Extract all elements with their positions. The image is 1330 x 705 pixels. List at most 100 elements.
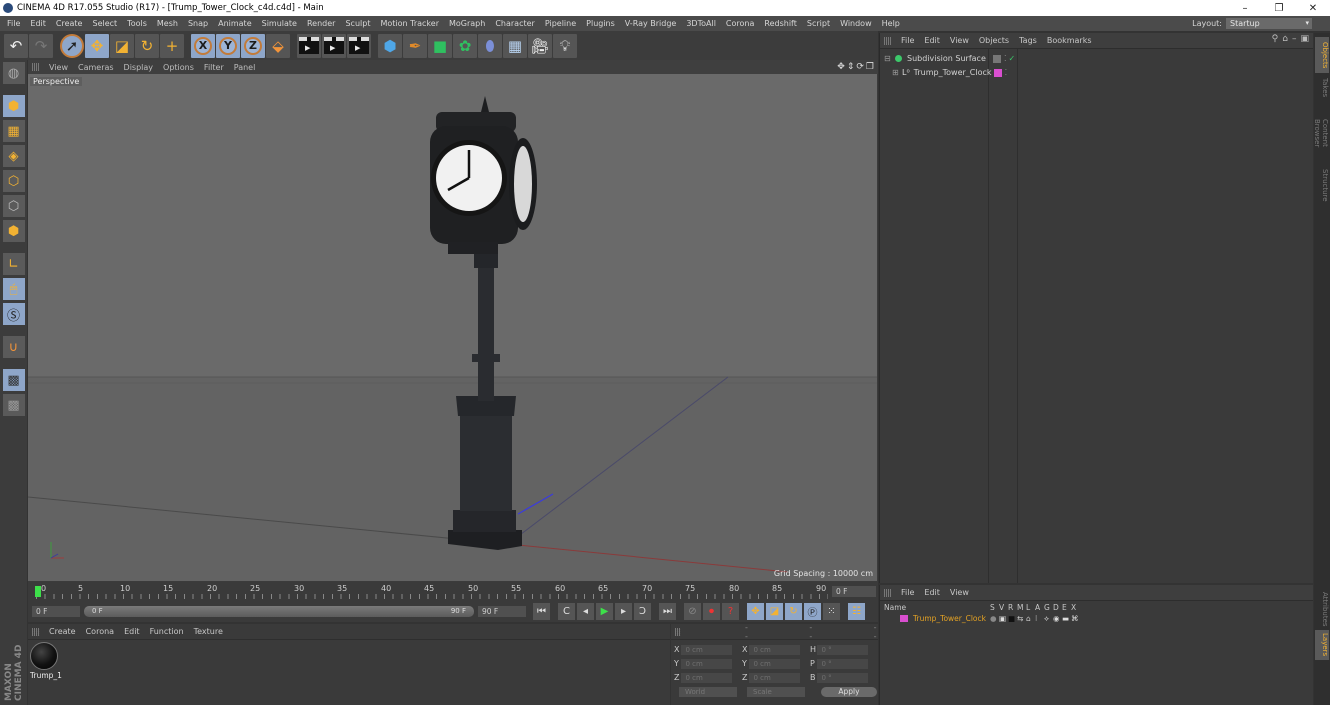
orbit-view-icon[interactable]: ⟳	[856, 62, 864, 72]
apply-button[interactable]: Apply	[821, 687, 877, 697]
panel-grip-icon[interactable]	[675, 627, 681, 636]
next-frame-icon[interactable]: ▸	[615, 603, 632, 620]
deformers-toggle-icon[interactable]: ◉	[1053, 614, 1062, 623]
edit-render-settings-icon[interactable]	[347, 33, 371, 58]
edges-mode-icon[interactable]: ⬡	[2, 195, 25, 217]
menu-render[interactable]: Render	[302, 19, 340, 28]
tab-structure[interactable]: Structure	[1315, 165, 1329, 205]
y-axis-lock-button[interactable]: Y	[216, 33, 240, 58]
tab-content-browser[interactable]: Content Browser	[1313, 103, 1329, 163]
next-key-icon[interactable]: Ɔ	[634, 603, 651, 620]
viewport-menu-display[interactable]: Display	[119, 63, 159, 72]
keyframe-selection-icon[interactable]: ?	[722, 603, 739, 620]
render-dots-icon[interactable]: ⁚	[1005, 68, 1008, 77]
menu-tools[interactable]: Tools	[122, 19, 152, 28]
expressions-toggle-icon[interactable]: ▬	[1062, 614, 1071, 623]
menu-create[interactable]: Create	[51, 19, 88, 28]
panel-grip-icon[interactable]	[884, 588, 892, 597]
points-mode-icon[interactable]: ⬡	[2, 170, 25, 192]
previous-frame-icon[interactable]: ◂	[577, 603, 594, 620]
light-icon[interactable]: 💡︎	[553, 33, 577, 58]
layer-color-tag[interactable]	[993, 68, 1002, 77]
size-x-field[interactable]: 0 cm	[749, 644, 800, 655]
position-x-field[interactable]: 0 cm	[681, 644, 732, 655]
menu-sculpt[interactable]: Sculpt	[340, 19, 375, 28]
layer-color-swatch[interactable]	[900, 615, 908, 622]
model-mode-icon[interactable]: ⬢	[2, 95, 25, 117]
toggle-view-icon[interactable]: ❐	[866, 62, 874, 72]
menu-file[interactable]: File	[2, 19, 25, 28]
objects-menu-view[interactable]: View	[945, 36, 974, 45]
record-active-icon[interactable]: ⊘	[684, 603, 701, 620]
coordinate-space-dropdown[interactable]: World	[679, 687, 737, 697]
search-icon[interactable]: ⚲	[1272, 34, 1279, 44]
key-scale-icon[interactable]: ◪	[766, 603, 783, 620]
viewport-menu-options[interactable]: Options	[158, 63, 199, 72]
quantize-icon[interactable]: ▩	[2, 394, 25, 416]
enabled-check-icon[interactable]: ✓	[1009, 54, 1016, 63]
lock-toggle-icon[interactable]: ⌂	[1026, 614, 1035, 623]
menu-3dtoall[interactable]: 3DToAll	[681, 19, 721, 28]
timeline-window-icon[interactable]: ☷	[848, 603, 865, 620]
objects-menu-tags[interactable]: Tags	[1014, 36, 1042, 45]
menu-mograph[interactable]: MoGraph	[444, 19, 490, 28]
objects-menu-file[interactable]: File	[896, 36, 919, 45]
objects-menu-objects[interactable]: Objects	[974, 36, 1014, 45]
playhead-handle[interactable]	[35, 586, 41, 597]
menu-select[interactable]: Select	[87, 19, 122, 28]
timeline-ruler[interactable]: 0 5 10 15 20 25 30 35 40 45 50 55 60 65 …	[28, 584, 828, 599]
floor-icon[interactable]: ▦	[503, 33, 527, 58]
menu-mesh[interactable]: Mesh	[152, 19, 183, 28]
viewport-menu-filter[interactable]: Filter	[199, 63, 229, 72]
x-axis-lock-button[interactable]: X	[191, 33, 215, 58]
tab-layers[interactable]: Layers	[1315, 630, 1329, 660]
minimize-panel-icon[interactable]: –	[1292, 34, 1297, 44]
subdivision-surface-icon[interactable]: ■	[428, 33, 452, 58]
manager-toggle-icon[interactable]: ⇆	[1017, 614, 1026, 623]
z-axis-lock-button[interactable]: Z	[241, 33, 265, 58]
play-forward-icon[interactable]: ▶	[596, 603, 613, 620]
layer-row[interactable]: Trump_Tower_Clock ● ▣ ■ ⇆ ⌂ ⁝ ⟡ ◉ ▬ ⌘	[880, 613, 1314, 624]
deformer-icon[interactable]: ⬮	[478, 33, 502, 58]
animation-toggle-icon[interactable]: ⁝	[1035, 614, 1044, 623]
menu-script[interactable]: Script	[802, 19, 835, 28]
render-to-picture-viewer-icon[interactable]	[322, 33, 346, 58]
start-frame-field[interactable]: 0 F	[32, 606, 80, 617]
rotation-p-field[interactable]: 0 °	[817, 658, 868, 669]
render-dots-icon[interactable]: ⁚	[1004, 54, 1007, 63]
material-menu-edit[interactable]: Edit	[119, 627, 145, 636]
viewport-menu-cameras[interactable]: Cameras	[73, 63, 119, 72]
object-row[interactable]: ⊞ L⁰ Trump_Tower_Clock ⁚	[880, 66, 1314, 79]
move-tool-icon[interactable]: ✥	[85, 33, 109, 58]
restore-icon[interactable]: ❐	[1262, 3, 1296, 14]
tab-takes[interactable]: Takes	[1315, 75, 1329, 101]
minimize-icon[interactable]: –	[1228, 3, 1262, 14]
live-selection-icon[interactable]: ➚	[60, 33, 84, 58]
rotation-b-field[interactable]: 0 °	[817, 672, 868, 683]
object-row[interactable]: ⊟ Subdivision Surface ⁚ ✓	[880, 52, 1314, 65]
current-frame-field[interactable]: 0 F	[832, 586, 876, 597]
coordinate-mode-dropdown[interactable]: Scale	[747, 687, 805, 697]
pen-spline-icon[interactable]: ✒	[403, 33, 427, 58]
render-view-icon[interactable]	[297, 33, 321, 58]
menu-snap[interactable]: Snap	[183, 19, 213, 28]
viewport-menu-panel[interactable]: Panel	[229, 63, 261, 72]
coordinate-system-icon[interactable]: ⬙	[266, 33, 290, 58]
end-frame-field[interactable]: 90 F	[478, 606, 526, 617]
3d-viewport[interactable]: Perspective Grid Spacing : 10000 cm	[28, 74, 877, 581]
visibility-toggle-icon[interactable]	[993, 54, 1001, 63]
close-icon[interactable]: ✕	[1296, 3, 1330, 14]
layout-dropdown[interactable]: Startup	[1226, 18, 1312, 29]
tab-objects[interactable]: Objects	[1315, 37, 1329, 73]
panel-grip-icon[interactable]	[32, 63, 40, 71]
object-name[interactable]: Trump_Tower_Clock	[914, 68, 992, 77]
scale-tool-icon[interactable]: ◪	[110, 33, 134, 58]
polygons-mode-icon[interactable]: ⬢	[2, 220, 25, 242]
layers-menu-file[interactable]: File	[896, 588, 919, 597]
preview-range-slider[interactable]: 0 F 90 F	[84, 606, 474, 617]
autokey-icon[interactable]: ⏺	[703, 603, 720, 620]
tab-attributes[interactable]: Attributes	[1315, 589, 1329, 627]
material-menu-create[interactable]: Create	[44, 627, 81, 636]
generators-toggle-icon[interactable]: ⟡	[1044, 614, 1053, 624]
go-to-start-icon[interactable]: ⏮	[533, 603, 550, 620]
